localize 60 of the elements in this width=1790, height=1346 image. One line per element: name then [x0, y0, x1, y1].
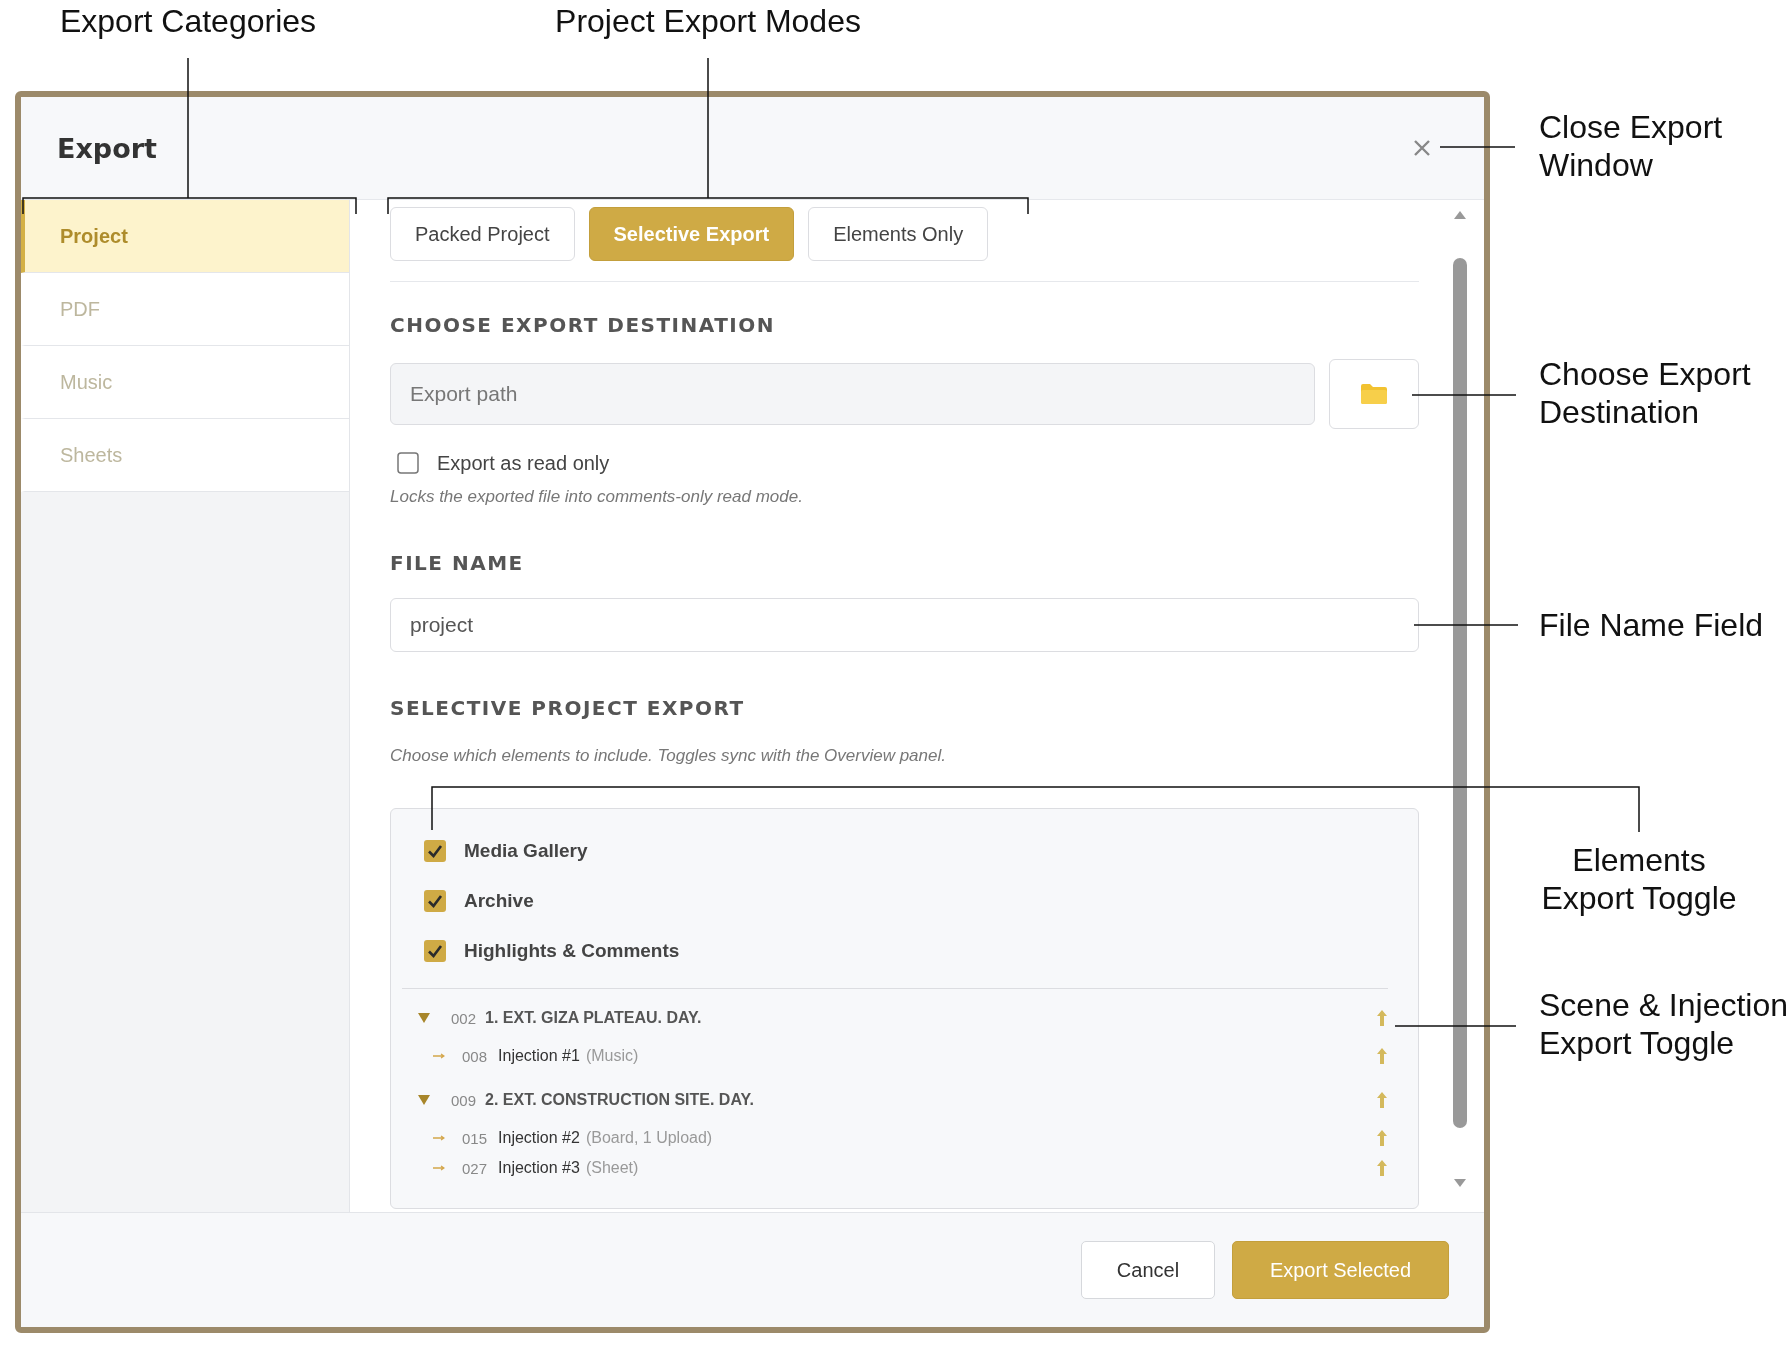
expand-arrow-icon[interactable]	[417, 1094, 431, 1106]
path-field[interactable]: Export path	[390, 363, 1315, 425]
expand-arrow-icon[interactable]	[417, 1012, 431, 1024]
sidebar-item[interactable]: Project	[21, 200, 349, 273]
tab[interactable]: Selective Export	[588, 207, 795, 261]
hint-text: Choose which elements to include. Toggles sync with the Overview panel.	[390, 745, 947, 767]
injection-detail: (Sheet)	[585, 1159, 639, 1177]
scroll-down-icon	[1453, 1178, 1467, 1188]
hint-text: Locks the exported file into comments-only read mode.	[390, 486, 804, 508]
upload-arrow-icon[interactable]	[1376, 1129, 1388, 1147]
upload-arrow-icon[interactable]	[1376, 1009, 1388, 1027]
cancel-button[interactable]: Cancel	[1081, 1241, 1215, 1299]
folder-icon	[1360, 383, 1388, 405]
checkbox-label: Export as read only	[437, 451, 610, 475]
annotation-label: Project Export Modes	[554, 2, 862, 40]
scroll-up-icon	[1453, 210, 1467, 220]
injection-title: Injection #3	[498, 1159, 580, 1177]
annotation-label: Choose Export Destination	[1539, 355, 1752, 431]
checkbox[interactable]	[424, 890, 446, 912]
sidebar-item[interactable]: Sheets	[21, 419, 349, 492]
tab[interactable]: Elements Only	[808, 207, 989, 261]
injection-number: 027	[462, 1159, 488, 1177]
sidebar-item[interactable]: Music	[21, 346, 349, 419]
injection-detail: (Music)	[585, 1047, 639, 1065]
annotation-label: Export Categories	[58, 2, 318, 40]
export-button[interactable]: Export Selected	[1232, 1241, 1449, 1299]
tab[interactable]: Packed Project	[390, 207, 575, 261]
close-icon[interactable]	[1413, 139, 1431, 157]
annotation-label: Scene & Injection Export Toggle	[1539, 986, 1790, 1062]
section-heading: FILE NAME	[390, 551, 525, 575]
element-label: Media Gallery	[464, 840, 588, 862]
injection-title: Injection #2	[498, 1129, 580, 1147]
scene-title: 2. EXT. CONSTRUCTION SITE. DAY.	[485, 1091, 754, 1109]
dash-arrow-icon	[433, 1053, 445, 1059]
dialog-title: Export	[57, 132, 157, 164]
checkbox[interactable]	[424, 940, 446, 962]
annotation-label: Elements Export Toggle	[1540, 841, 1738, 917]
upload-arrow-icon[interactable]	[1376, 1159, 1388, 1177]
injection-number: 015	[462, 1129, 488, 1147]
sidebar-item[interactable]: PDF	[21, 273, 349, 346]
dash-arrow-icon	[433, 1135, 445, 1141]
upload-arrow-icon[interactable]	[1376, 1091, 1388, 1109]
injection-title: Injection #1	[498, 1047, 580, 1065]
element-label: Archive	[464, 890, 534, 912]
checkbox[interactable]	[397, 452, 419, 474]
dash-arrow-icon	[433, 1165, 445, 1171]
scene-title: 1. EXT. GIZA PLATEAU. DAY.	[485, 1009, 702, 1027]
section-heading: CHOOSE EXPORT DESTINATION	[390, 313, 777, 337]
annotation-label: Close Export Window	[1539, 108, 1724, 184]
section-heading: SELECTIVE PROJECT EXPORT	[390, 696, 746, 720]
element-label: Highlights & Comments	[464, 940, 680, 962]
injection-detail: (Board, 1 Upload)	[585, 1129, 713, 1147]
annotation-label: File Name Field	[1539, 606, 1765, 644]
scene-number: 002	[451, 1009, 477, 1027]
injection-number: 008	[462, 1047, 488, 1065]
scene-number: 009	[451, 1091, 477, 1109]
scrollbar-thumb[interactable]	[1453, 258, 1467, 1128]
upload-arrow-icon[interactable]	[1376, 1047, 1388, 1065]
file-name-field[interactable]: project	[390, 598, 1419, 652]
checkbox[interactable]	[424, 840, 446, 862]
